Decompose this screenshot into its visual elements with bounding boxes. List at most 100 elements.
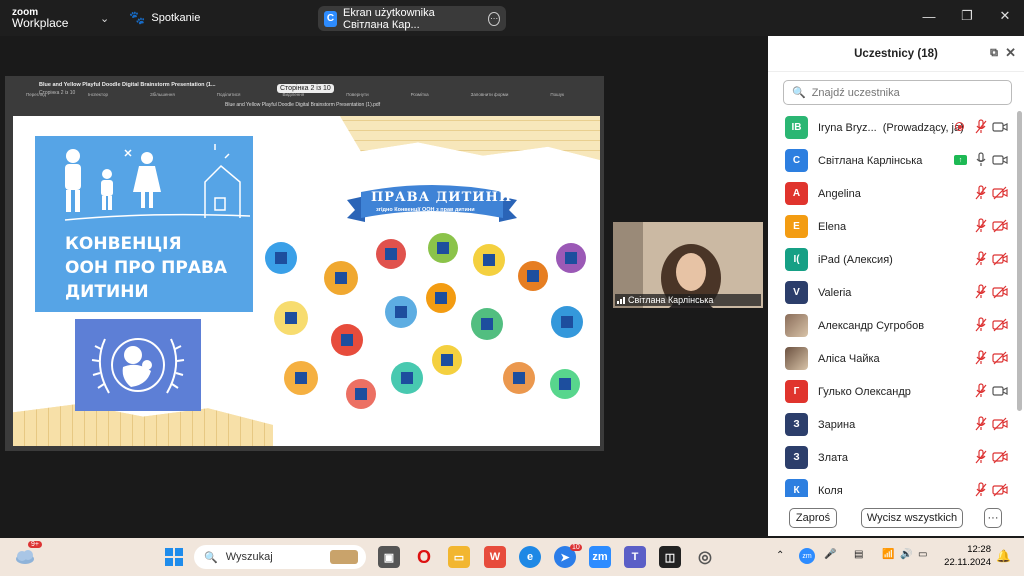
camera-off-icon[interactable]: [992, 417, 1008, 431]
participant-name: Зарина: [818, 418, 856, 431]
search-highlight-icon: [330, 550, 358, 564]
participant-row[interactable]: З Зарина: [768, 408, 1014, 441]
zoom-tray-icon[interactable]: zm: [799, 548, 815, 564]
wps-office-icon[interactable]: W: [484, 546, 506, 568]
wifi-icon[interactable]: 📶: [882, 549, 894, 560]
shared-screen[interactable]: Blue and Yellow Playful Doodle Digital B…: [5, 76, 604, 451]
tool-share: Поділитися: [216, 92, 241, 97]
participant-row[interactable]: Г Гулько Олександр: [768, 375, 1014, 408]
camera-icon[interactable]: [992, 120, 1008, 134]
participant-name: iPad (Алексия): [818, 253, 893, 266]
screen-share-indicator[interactable]: C Ekran użytkownika Світлана Кар... ···: [318, 6, 506, 31]
mic-muted-icon[interactable]: [974, 383, 988, 399]
camera-off-icon[interactable]: [992, 285, 1008, 299]
rights-flowers-illustration: [265, 233, 586, 409]
opera-icon[interactable]: O: [413, 546, 435, 568]
more-options-icon[interactable]: ···: [488, 11, 500, 26]
mic-muted-icon[interactable]: [974, 416, 988, 432]
camera-off-icon[interactable]: [992, 186, 1008, 200]
date-text: 22.11.2024: [944, 557, 991, 568]
mic-muted-icon[interactable]: [974, 284, 988, 300]
weather-badge: 9+: [28, 541, 42, 548]
participant-search[interactable]: 🔍: [783, 80, 1012, 105]
mic-muted-icon[interactable]: [974, 218, 988, 234]
search-icon: 🔍: [792, 87, 806, 99]
mic-icon[interactable]: [974, 152, 988, 168]
mute-all-button[interactable]: Wycisz wszystkich: [861, 508, 963, 528]
camera-off-icon[interactable]: [992, 219, 1008, 233]
search-input[interactable]: [811, 86, 992, 99]
windows-start-icon[interactable]: [163, 546, 185, 568]
avatar: З: [785, 413, 808, 436]
participant-row[interactable]: Александр Сугробов: [768, 309, 1014, 342]
meeting-button[interactable]: 🐾 Spotkanie: [129, 10, 200, 26]
participant-row[interactable]: К Коля: [768, 474, 1014, 497]
teams-icon[interactable]: T: [624, 546, 646, 568]
camera-icon[interactable]: [992, 384, 1008, 398]
participant-row[interactable]: A Angelina: [768, 177, 1014, 210]
camera-off-icon[interactable]: [992, 483, 1008, 497]
participant-name: Аліса Чайка: [818, 352, 880, 365]
mic-muted-icon[interactable]: [974, 119, 988, 135]
bell-icon[interactable]: 🔔: [996, 549, 1011, 563]
capcut-icon[interactable]: ◫: [659, 546, 681, 568]
panel-footer: Zaproś Wycisz wszystkich ···: [768, 506, 1024, 536]
sharer-avatar-icon: C: [324, 10, 337, 27]
close-icon[interactable]: ✕: [1005, 45, 1016, 61]
camera-off-icon[interactable]: [992, 351, 1008, 365]
participant-row[interactable]: IB Iryna Bryz... (Prowadzący, ja): [768, 111, 1014, 144]
participant-row[interactable]: V Valeria: [768, 276, 1014, 309]
task-view-icon[interactable]: ▣: [378, 546, 400, 568]
participant-row[interactable]: E Elena: [768, 210, 1014, 243]
camera-icon[interactable]: [992, 153, 1008, 167]
participant-name: Світлана Карлінська: [818, 154, 923, 167]
volume-icon[interactable]: 🔊: [900, 549, 912, 560]
system-clock[interactable]: 12:28 22.11.2024: [941, 543, 991, 569]
mic-muted-icon[interactable]: [974, 251, 988, 267]
participant-name: Angelina: [818, 187, 861, 200]
zoom-taskbar-icon[interactable]: zm: [589, 546, 611, 568]
convention-panel: КОНВЕНЦІЯ ООН ПРО ПРАВА ДИТИНИ: [35, 136, 253, 312]
chevron-up-icon[interactable]: ⌃: [776, 550, 784, 561]
participant-video[interactable]: Світлана Карлінська: [613, 222, 763, 308]
maximize-button[interactable]: ❐: [948, 0, 986, 32]
participant-role: (Prowadzący, ja): [882, 121, 964, 134]
mic-tray-icon[interactable]: 🎤: [824, 549, 836, 560]
participant-row[interactable]: Аліса Чайка: [768, 342, 1014, 375]
scrollbar[interactable]: [1017, 111, 1022, 411]
cloud-icon: [16, 550, 34, 564]
flower-group: [265, 233, 586, 409]
battery-icon[interactable]: ▭: [918, 549, 927, 560]
tool-zoom: Збільшення: [149, 92, 175, 97]
minimize-button[interactable]: —: [910, 0, 948, 32]
weather-widget[interactable]: 9+: [14, 541, 42, 567]
taskbar-search[interactable]: 🔍 Wyszukaj: [194, 545, 366, 569]
app-icon[interactable]: ◎: [694, 546, 716, 568]
display-icon[interactable]: ▤: [854, 549, 863, 560]
chevron-down-icon[interactable]: ⌄: [100, 12, 109, 25]
participant-row[interactable]: С Світлана Карлінська ↑: [768, 144, 1014, 177]
avatar: V: [785, 281, 808, 304]
mic-muted-icon[interactable]: [974, 482, 988, 497]
mic-muted-icon[interactable]: [974, 317, 988, 333]
mic-muted-icon[interactable]: [974, 185, 988, 201]
participant-row[interactable]: I(iPad (Алексия): [768, 243, 1014, 276]
participant-name: Александр Сугробов: [818, 319, 925, 332]
screen-share-icon: ↑: [954, 155, 967, 165]
family-drawing: [64, 144, 251, 221]
invite-button[interactable]: Zaproś: [789, 508, 837, 528]
camera-off-icon[interactable]: [992, 252, 1008, 266]
more-options-button[interactable]: ···: [984, 508, 1002, 528]
participant-name: Гулько Олександр: [818, 385, 911, 398]
file-explorer-icon[interactable]: ▭: [448, 546, 470, 568]
signal-icon: [617, 296, 625, 304]
edge-icon[interactable]: e: [519, 546, 541, 568]
close-button[interactable]: ✕: [986, 0, 1024, 32]
popout-icon[interactable]: ⧉: [990, 47, 998, 60]
window-controls: — ❐ ✕: [910, 0, 1024, 32]
camera-off-icon[interactable]: [992, 318, 1008, 332]
mic-muted-icon[interactable]: [974, 449, 988, 465]
participant-row[interactable]: З Злата: [768, 441, 1014, 474]
camera-off-icon[interactable]: [992, 450, 1008, 464]
mic-muted-icon[interactable]: [974, 350, 988, 366]
